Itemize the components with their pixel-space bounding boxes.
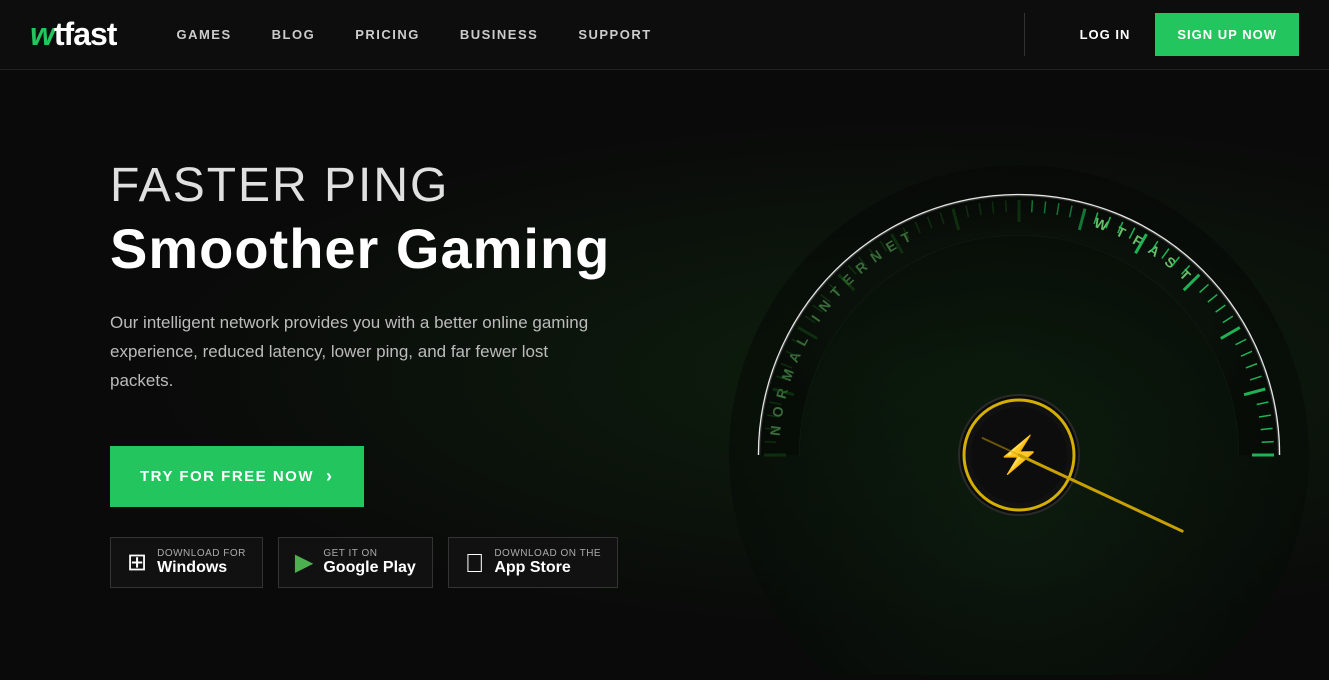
- nav-pricing[interactable]: PRICING: [355, 27, 420, 42]
- login-button[interactable]: LOG IN: [1055, 27, 1156, 42]
- hero-description: Our intelligent network provides you wit…: [110, 309, 610, 396]
- logo[interactable]: wtfast: [30, 16, 116, 53]
- app-store-button[interactable]:  Download on the App Store: [448, 537, 618, 588]
- google-play-button[interactable]: ▶ GET IT ON Google Play: [278, 537, 433, 588]
- arrow-icon: ›: [326, 466, 334, 487]
- hero-content: FASTER PING Smoother Gaming Our intellig…: [0, 162, 618, 588]
- logo-w: w: [30, 16, 54, 52]
- navbar: wtfast GAMES BLOG PRICING BUSINESS SUPPO…: [0, 0, 1329, 70]
- nav-blog[interactable]: BLOG: [272, 27, 316, 42]
- download-buttons: ⊞ Download for Windows ▶ GET IT ON Googl…: [110, 537, 618, 588]
- nav-right: LOG IN SIGN UP NOW: [1024, 13, 1299, 56]
- nav-games[interactable]: GAMES: [176, 27, 231, 42]
- nav-links: GAMES BLOG PRICING BUSINESS SUPPORT: [176, 27, 1013, 42]
- nav-business[interactable]: BUSINESS: [460, 27, 538, 42]
- signup-button[interactable]: SIGN UP NOW: [1155, 13, 1299, 56]
- speedometer-svg: ⚡ NORMAL INTERNET WTFAST: [669, 75, 1329, 675]
- windows-download-button[interactable]: ⊞ Download for Windows: [110, 537, 263, 588]
- logo-text: wtfast: [30, 16, 116, 53]
- hero-subtitle: FASTER PING: [110, 162, 618, 210]
- apple-icon: : [465, 550, 485, 576]
- windows-download-text: Download for Windows: [157, 548, 246, 577]
- nav-support[interactable]: SUPPORT: [578, 27, 651, 42]
- google-play-text: GET IT ON Google Play: [323, 548, 415, 577]
- hero-section: FASTER PING Smoother Gaming Our intellig…: [0, 70, 1329, 680]
- app-store-text: Download on the App Store: [494, 548, 601, 577]
- google-play-icon: ▶: [295, 551, 313, 575]
- hero-title: Smoother Gaming: [110, 218, 618, 280]
- try-free-button[interactable]: TRY FOR FREE NOW ›: [110, 446, 364, 507]
- try-free-label: TRY FOR FREE NOW: [140, 468, 314, 485]
- windows-icon: ⊞: [127, 551, 147, 575]
- speedometer: ⚡ NORMAL INTERNET WTFAST: [669, 75, 1329, 675]
